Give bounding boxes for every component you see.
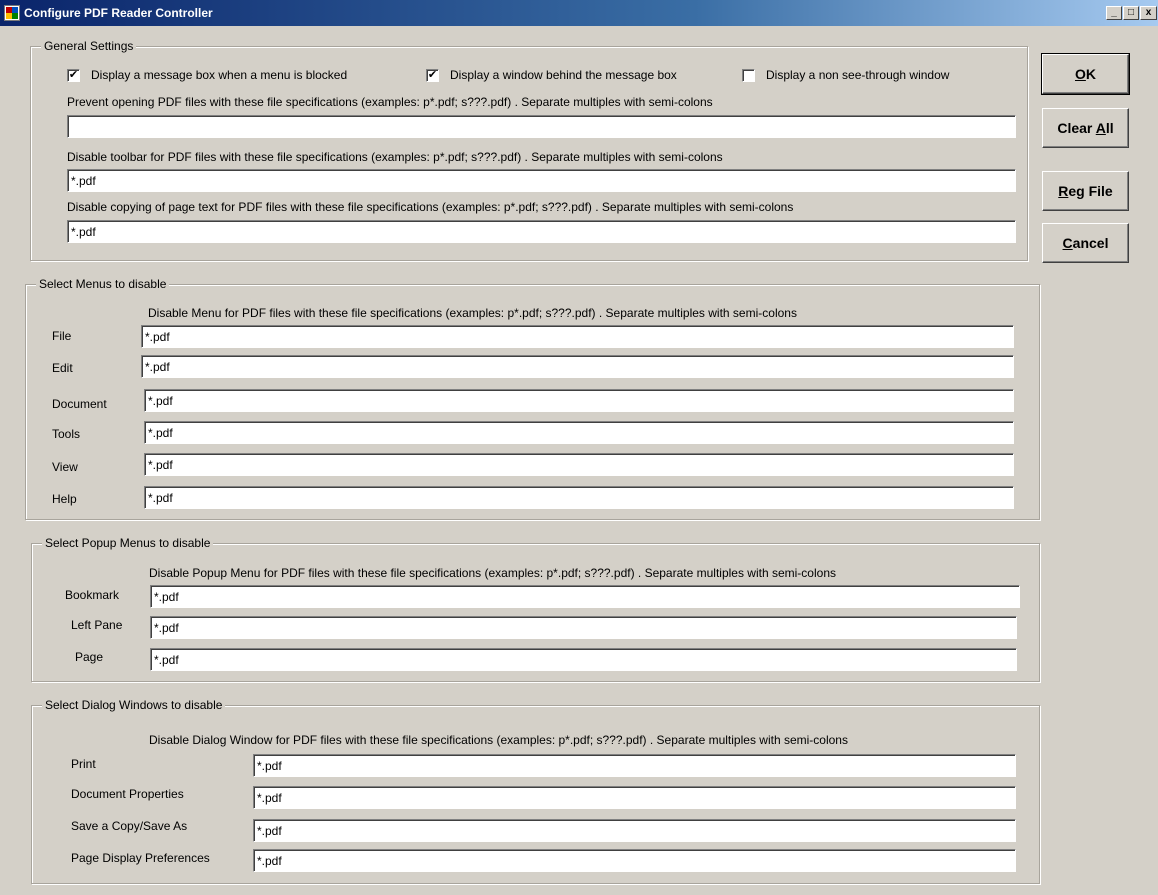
minimize-icon[interactable]: _	[1106, 6, 1122, 20]
checkbox-window-behind-label: Display a window behind the message box	[450, 68, 677, 82]
dialogs-header: Disable Dialog Window for PDF files with…	[149, 733, 848, 747]
dialog-page-display-input[interactable]: *.pdf	[253, 849, 1016, 872]
clear-all-label-pre: Clear	[1057, 120, 1096, 136]
menus-group: Select Menus to disable Disable Menu for…	[25, 277, 1040, 520]
dialog-save-copy-input[interactable]: *.pdf	[253, 819, 1016, 842]
menu-row-label: Edit	[52, 361, 73, 375]
cancel-label: ancel	[1072, 235, 1109, 251]
dialog-print-input[interactable]: *.pdf	[253, 754, 1016, 777]
dialogs-group: Select Dialog Windows to disable Disable…	[31, 698, 1040, 884]
checkbox-non-see-through[interactable]	[742, 69, 755, 82]
ok-accel: O	[1074, 66, 1086, 82]
checkbox-message-box-label: Display a message box when a menu is blo…	[91, 68, 348, 82]
clear-all-label-rest: ll	[1105, 120, 1114, 136]
disable-toolbar-label: Disable toolbar for PDF files with these…	[67, 150, 723, 164]
ok-button[interactable]: OK	[1041, 53, 1130, 95]
dialogs-legend: Select Dialog Windows to disable	[42, 698, 226, 712]
disable-copy-label: Disable copying of page text for PDF fil…	[67, 200, 794, 214]
popup-row-label: Bookmark	[65, 588, 120, 602]
dialog-row-label: Print	[71, 757, 96, 771]
popups-group: Select Popup Menus to disable Disable Po…	[31, 536, 1040, 682]
clear-all-button[interactable]: Clear All	[1042, 108, 1129, 148]
prevent-opening-input[interactable]	[67, 115, 1016, 138]
dialog-row-label: Save a Copy/Save As	[71, 819, 188, 833]
dialog-row-label: Page Display Preferences	[71, 851, 210, 865]
menu-view-input[interactable]: *.pdf	[144, 453, 1014, 476]
disable-copy-input[interactable]: *.pdf	[67, 220, 1016, 243]
menu-tools-input[interactable]: *.pdf	[144, 421, 1014, 444]
menu-edit-input[interactable]: *.pdf	[141, 355, 1014, 378]
menu-row-label: Tools	[52, 427, 81, 441]
general-settings-legend: General Settings	[41, 39, 137, 53]
menu-document-input[interactable]: *.pdf	[144, 389, 1014, 412]
checkbox-non-see-through-label: Display a non see-through window	[766, 68, 950, 82]
general-settings-group: General Settings ✔ Display a message box…	[30, 39, 1028, 261]
menu-row-label: File	[52, 329, 72, 343]
prevent-opening-label: Prevent opening PDF files with these fil…	[67, 95, 713, 109]
menu-help-input[interactable]: *.pdf	[144, 486, 1014, 509]
clear-all-accel: A	[1095, 120, 1106, 136]
reg-file-label: eg File	[1068, 183, 1113, 199]
window-title: Configure PDF Reader Controller	[24, 6, 213, 20]
title-bar[interactable]: Configure PDF Reader Controller _ □ x	[0, 0, 1158, 26]
cancel-accel: C	[1062, 235, 1073, 251]
menus-header: Disable Menu for PDF files with these fi…	[148, 306, 797, 320]
popup-page-input[interactable]: *.pdf	[150, 648, 1017, 671]
popup-row-label: Page	[75, 650, 104, 664]
dialog-row-label: Document Properties	[71, 787, 184, 801]
menu-row-label: Help	[52, 492, 77, 506]
close-icon[interactable]: x	[1140, 6, 1157, 20]
ok-label: K	[1085, 66, 1096, 82]
popup-bookmark-input[interactable]: *.pdf	[150, 585, 1020, 608]
menu-row-label: Document	[52, 397, 107, 411]
menus-legend: Select Menus to disable	[36, 277, 170, 291]
popup-row-label: Left Pane	[71, 618, 123, 632]
popup-left-pane-input[interactable]: *.pdf	[150, 616, 1017, 639]
menu-row-label: View	[52, 460, 78, 474]
popups-header: Disable Popup Menu for PDF files with th…	[149, 566, 836, 580]
menu-file-input[interactable]: *.pdf	[141, 325, 1014, 348]
reg-file-accel: R	[1058, 183, 1069, 199]
reg-file-button[interactable]: Reg File	[1042, 171, 1129, 211]
maximize-icon[interactable]: □	[1123, 6, 1139, 20]
cancel-button[interactable]: Cancel	[1042, 223, 1129, 263]
popups-legend: Select Popup Menus to disable	[42, 536, 214, 550]
dialog-doc-properties-input[interactable]: *.pdf	[253, 786, 1016, 809]
checkbox-message-box[interactable]: ✔	[67, 69, 80, 82]
disable-toolbar-input[interactable]: *.pdf	[67, 169, 1016, 192]
app-icon	[4, 5, 20, 21]
checkbox-window-behind[interactable]: ✔	[426, 69, 439, 82]
